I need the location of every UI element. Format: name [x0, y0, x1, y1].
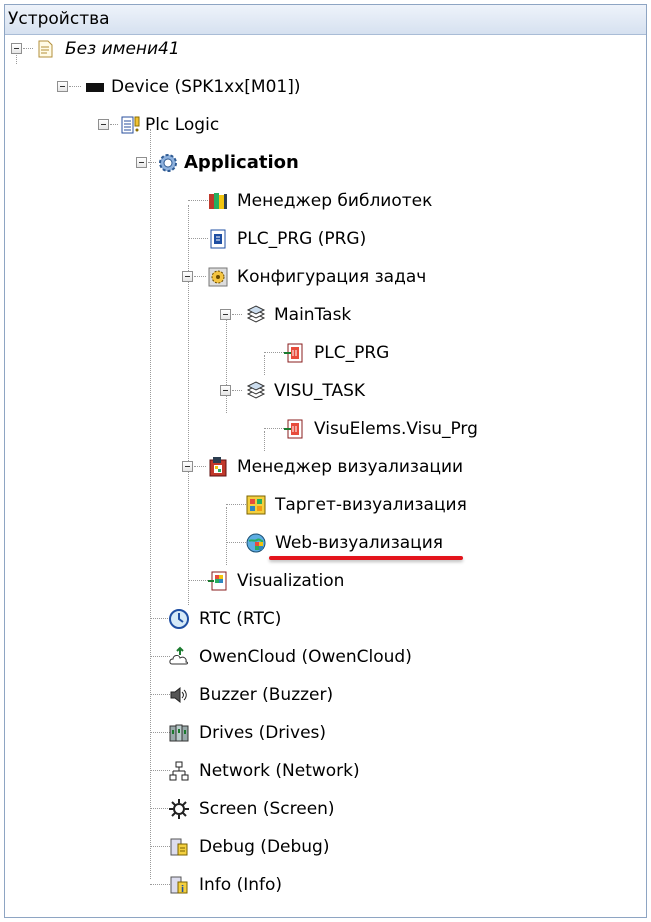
- program-call-icon: [284, 343, 303, 363]
- tree-node-owencloud[interactable]: OwenCloud (OwenCloud): [5, 643, 645, 673]
- tree-node-info[interactable]: i Info (Info): [5, 871, 645, 901]
- tree-node-plc-logic[interactable]: Plc Logic: [5, 111, 645, 141]
- collapse-toggle[interactable]: [182, 271, 193, 282]
- highlight-underline: [269, 556, 463, 560]
- tree-node-maintask-plc-prg[interactable]: PLC_PRG: [5, 339, 645, 369]
- tree-node-visu-manager[interactable]: Менеджер визуализации: [5, 453, 645, 483]
- tree-node-target-visu[interactable]: Таргет-визуализация: [5, 491, 645, 521]
- svg-text:i: i: [181, 885, 184, 895]
- target-visu-icon: [246, 495, 266, 515]
- tree-node-project[interactable]: Без имени41: [5, 35, 645, 65]
- collapse-toggle[interactable]: [182, 461, 193, 472]
- tree-node-drives[interactable]: Drives (Drives): [5, 719, 645, 749]
- program-call-icon: [284, 419, 303, 439]
- tree-node-network[interactable]: Network (Network): [5, 757, 645, 787]
- collapse-toggle[interactable]: [220, 309, 231, 320]
- info-icon: i: [170, 876, 188, 895]
- collapse-toggle[interactable]: [98, 119, 109, 130]
- tree-node-visu-task[interactable]: VISU_TASK: [5, 377, 645, 407]
- device-tree: Без имени41 Device (SPK1xx[M01]) Plc Log…: [5, 35, 646, 917]
- tree-node-visu-prg-call[interactable]: VisuElems.Visu_Prg: [5, 415, 645, 445]
- task-config-icon: [208, 267, 228, 287]
- application-gear-icon: [159, 154, 177, 172]
- speaker-icon: [170, 686, 187, 704]
- cloud-icon: [169, 646, 188, 665]
- project-icon: [38, 40, 53, 58]
- panel-title: Устройства: [5, 5, 646, 35]
- tree-node-library-manager[interactable]: Менеджер библиотек: [5, 187, 645, 217]
- tree-node-web-visu[interactable]: Web-визуализация: [5, 529, 645, 559]
- library-books-icon: [209, 193, 227, 209]
- tree-node-plc-prg[interactable]: PLC_PRG (PRG): [5, 225, 645, 255]
- pou-icon: [210, 229, 226, 249]
- tree-node-application[interactable]: Application: [5, 149, 645, 179]
- screen-icon: [169, 799, 189, 819]
- visu-manager-icon: [209, 457, 227, 477]
- task-icon: [246, 381, 266, 399]
- clock-icon: [169, 609, 189, 629]
- tree-node-rtc[interactable]: RTC (RTC): [5, 605, 645, 635]
- tree-node-visualization[interactable]: Visualization: [5, 567, 645, 597]
- visualization-icon: [208, 571, 227, 591]
- tree-node-device[interactable]: Device (SPK1xx[M01]): [5, 73, 645, 103]
- task-icon: [246, 305, 266, 323]
- collapse-toggle[interactable]: [220, 385, 231, 396]
- tree-node-task-configuration[interactable]: Конфигурация задач: [5, 263, 645, 293]
- collapse-toggle[interactable]: [136, 157, 147, 168]
- tree-node-maintask[interactable]: MainTask: [5, 301, 645, 331]
- tree-node-debug[interactable]: Debug (Debug): [5, 833, 645, 863]
- devices-panel: Устройства Без имени41 Device (SPK1xx[M0…: [4, 4, 647, 918]
- network-icon: [169, 761, 189, 781]
- web-visu-icon: [246, 533, 266, 553]
- tree-node-screen[interactable]: Screen (Screen): [5, 795, 645, 825]
- tree-node-buzzer[interactable]: Buzzer (Buzzer): [5, 681, 645, 711]
- drives-icon: [169, 724, 189, 742]
- collapse-toggle[interactable]: [11, 43, 22, 54]
- device-icon: [86, 83, 104, 92]
- plc-logic-icon: [121, 116, 140, 134]
- collapse-toggle[interactable]: [57, 81, 68, 92]
- debug-icon: [170, 838, 188, 856]
